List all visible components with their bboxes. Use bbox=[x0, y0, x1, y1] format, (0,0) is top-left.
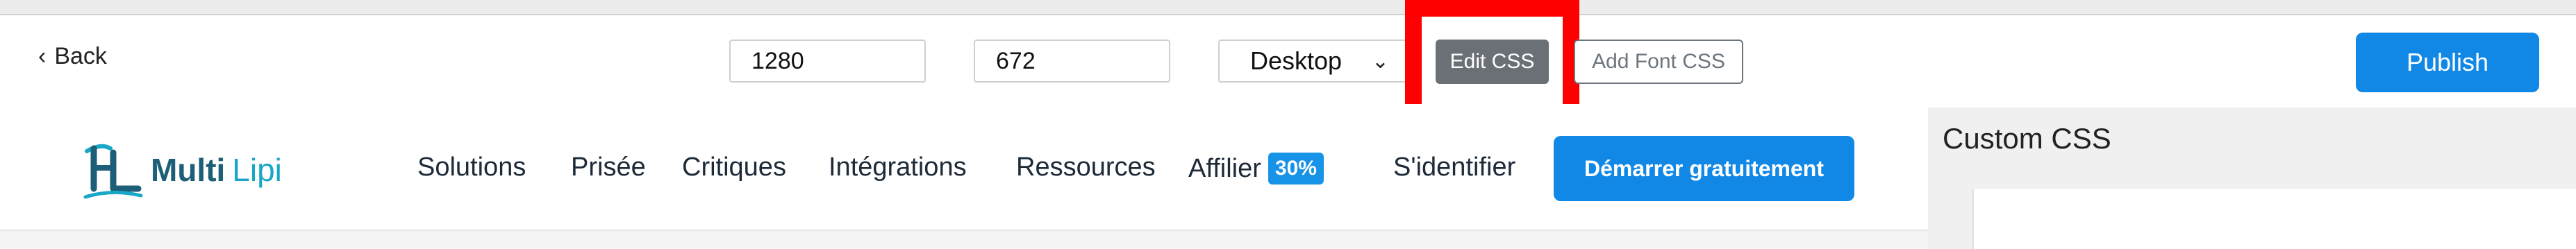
device-select[interactable]: Desktop ⌄ bbox=[1218, 40, 1407, 83]
site-logo[interactable]: Multi Lipi bbox=[80, 139, 282, 201]
logo-multi: Multi bbox=[151, 152, 226, 188]
publish-label: Publish bbox=[2406, 48, 2489, 76]
custom-css-title: Custom CSS bbox=[1943, 122, 2111, 155]
chevron-down-icon: ⌄ bbox=[1371, 49, 1389, 73]
logo-text: Multi Lipi bbox=[151, 151, 282, 189]
nav-prisee[interactable]: Prisée bbox=[571, 153, 646, 182]
width-value: 1280 bbox=[751, 47, 804, 74]
nav-ressources[interactable]: Ressources bbox=[1016, 153, 1156, 182]
nav-solutions[interactable]: Solutions bbox=[417, 153, 526, 182]
nav-affilier-label: Affilier bbox=[1188, 153, 1261, 183]
back-button[interactable]: ‹ Back bbox=[38, 43, 107, 70]
width-input[interactable]: 1280 bbox=[729, 40, 926, 83]
height-input[interactable]: 672 bbox=[974, 40, 1170, 83]
nav-affilier[interactable]: Affilier 30% bbox=[1188, 153, 1324, 184]
custom-css-editor[interactable] bbox=[1972, 189, 2576, 249]
top-divider bbox=[0, 0, 2576, 15]
start-free-button[interactable]: Démarrer gratuitement bbox=[1554, 136, 1854, 201]
logo-lipi: Lipi bbox=[232, 152, 282, 188]
nav-critiques[interactable]: Critiques bbox=[682, 153, 786, 182]
publish-button[interactable]: Publish bbox=[2356, 33, 2539, 92]
preview-body bbox=[0, 230, 1928, 249]
editor-window: ‹ Back 1280 672 Desktop ⌄ Edit CSS Add F… bbox=[0, 0, 2576, 249]
height-value: 672 bbox=[996, 47, 1036, 74]
device-selected: Desktop bbox=[1250, 46, 1343, 75]
nav-login[interactable]: S'identifier bbox=[1393, 153, 1515, 182]
start-free-label: Démarrer gratuitement bbox=[1584, 155, 1824, 181]
add-font-css-label: Add Font CSS bbox=[1592, 50, 1725, 73]
multilipi-logo-icon bbox=[83, 144, 143, 199]
back-label: Back bbox=[54, 43, 107, 69]
affiliate-badge: 30% bbox=[1268, 153, 1324, 184]
nav-integrations[interactable]: Intégrations bbox=[829, 153, 967, 182]
add-font-css-button[interactable]: Add Font CSS bbox=[1574, 40, 1743, 84]
chevron-left-icon: ‹ bbox=[38, 43, 47, 69]
